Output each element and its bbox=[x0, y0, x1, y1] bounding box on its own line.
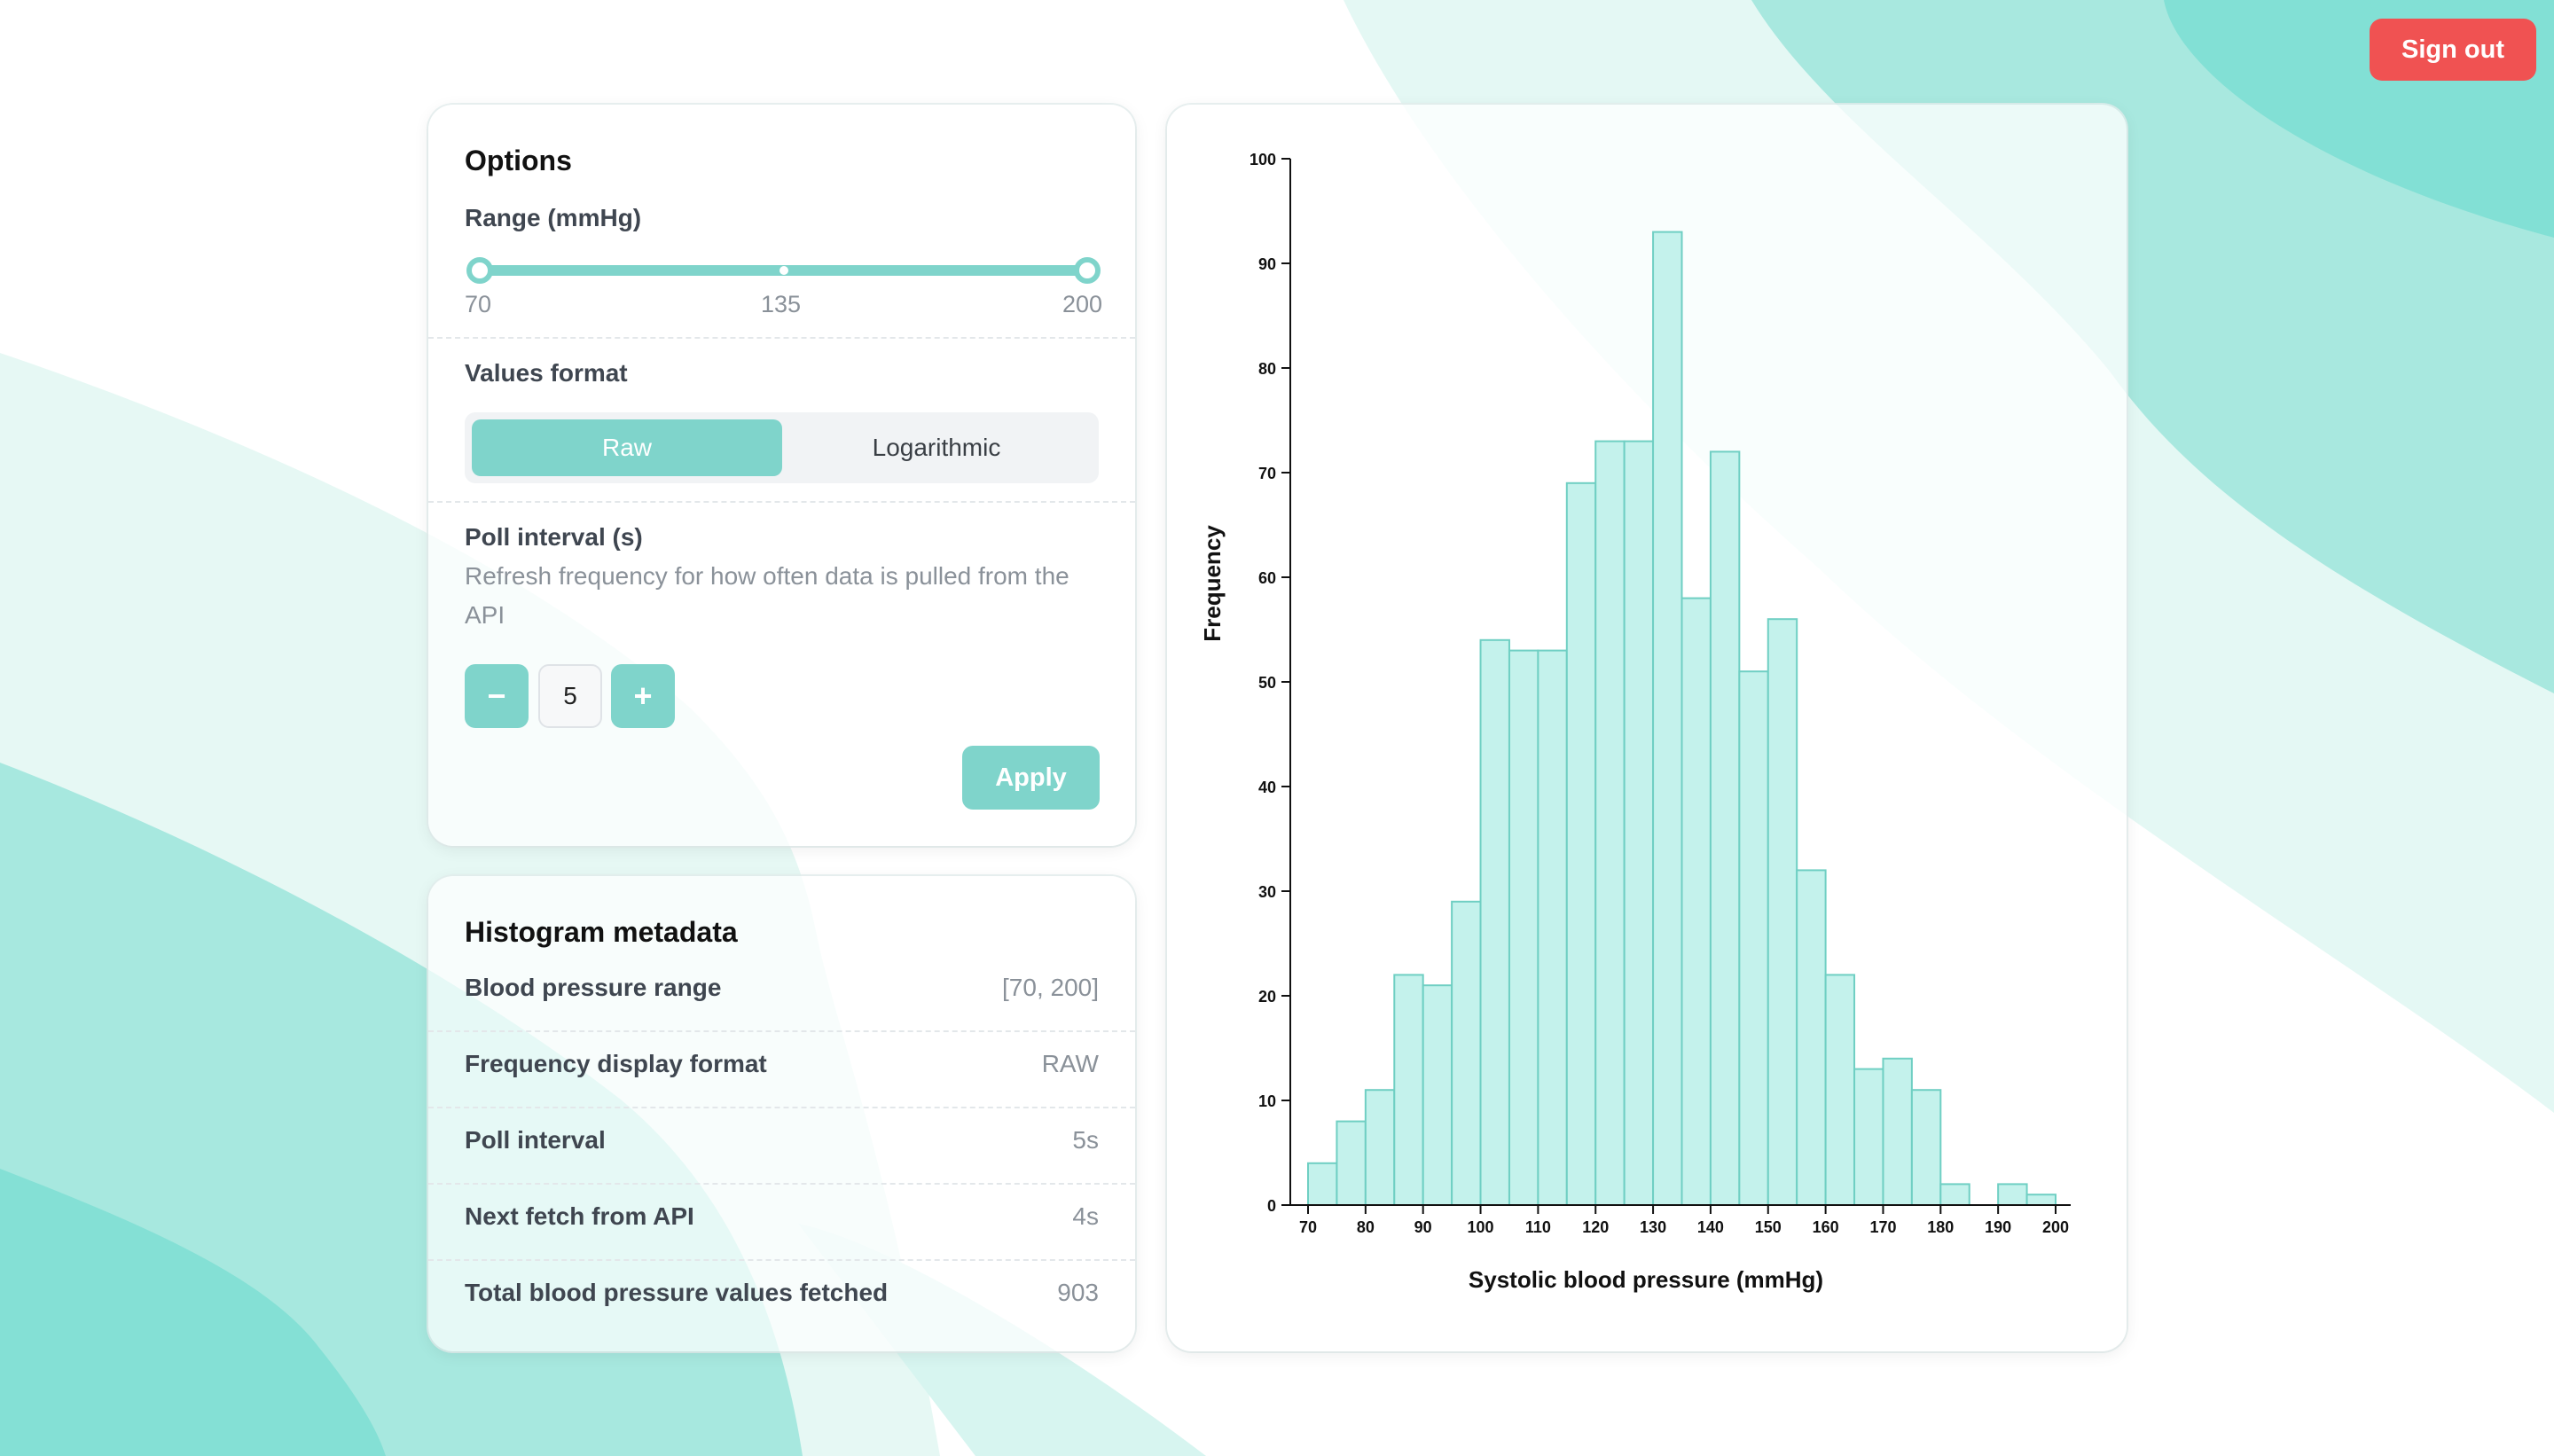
x-tick-label: 130 bbox=[1640, 1218, 1666, 1236]
metadata-key: Frequency display format bbox=[465, 1050, 767, 1077]
histogram-bar bbox=[1479, 638, 1510, 1206]
y-tick-label: 0 bbox=[1267, 1197, 1276, 1215]
histogram-bar bbox=[1652, 231, 1683, 1207]
format-raw-option[interactable]: Raw bbox=[472, 419, 782, 476]
y-tick-label: 90 bbox=[1258, 255, 1276, 273]
y-tick-label: 40 bbox=[1258, 779, 1276, 796]
histogram-chart: 0 10 20 30 40 50 60 70 80 90 100 70 80 90 100 110 120 130… bbox=[1199, 151, 2071, 1293]
y-tick-label: 80 bbox=[1258, 360, 1276, 378]
metadata-key: Blood pressure range bbox=[465, 974, 722, 1001]
metadata-key: Next fetch from API bbox=[465, 1202, 694, 1230]
histogram-bar bbox=[1738, 670, 1769, 1206]
histogram-bar bbox=[1939, 1183, 1970, 1207]
y-tick-label: 100 bbox=[1250, 151, 1276, 168]
values-format-toggle: Raw Logarithmic bbox=[465, 412, 1099, 483]
x-tick-label: 190 bbox=[1985, 1218, 2011, 1236]
metadata-row: Frequency display format RAW bbox=[428, 1030, 1135, 1107]
x-tick-label: 70 bbox=[1299, 1218, 1317, 1236]
metadata-value: 5s bbox=[1072, 1126, 1099, 1154]
sign-out-button[interactable]: Sign out bbox=[2370, 19, 2536, 81]
x-tick-label: 140 bbox=[1697, 1218, 1724, 1236]
options-card: Options Range (mmHg) 70 135 200 Values f… bbox=[428, 105, 1135, 846]
metadata-key: Total blood pressure values fetched bbox=[465, 1279, 889, 1306]
x-tick-label: 100 bbox=[1468, 1218, 1494, 1236]
metadata-row: Blood pressure range [70, 200] bbox=[428, 954, 1135, 1030]
range-mid-label: 135 bbox=[761, 291, 802, 317]
histogram-bar bbox=[1508, 649, 1539, 1206]
y-axis-title: Frequency bbox=[1199, 525, 1226, 642]
metadata-value: RAW bbox=[1041, 1050, 1099, 1077]
range-label: Range (mmHg) bbox=[465, 204, 642, 231]
x-tick-label: 150 bbox=[1755, 1218, 1782, 1236]
x-tick-label: 80 bbox=[1357, 1218, 1375, 1236]
histogram-bar bbox=[1767, 618, 1798, 1206]
x-tick-label: 120 bbox=[1582, 1218, 1609, 1236]
divider bbox=[428, 337, 1135, 339]
x-axis-title: Systolic blood pressure (mmHg) bbox=[1469, 1266, 1823, 1293]
metadata-card: Histogram metadata Blood pressure range … bbox=[428, 876, 1135, 1351]
y-tick-label: 30 bbox=[1258, 883, 1276, 901]
x-tick-label: 160 bbox=[1813, 1218, 1839, 1236]
x-tick-label: 90 bbox=[1414, 1218, 1432, 1236]
histogram-bar bbox=[1824, 974, 1856, 1207]
metadata-value: 903 bbox=[1057, 1279, 1099, 1306]
y-tick-label: 70 bbox=[1258, 465, 1276, 482]
histogram-bar bbox=[1393, 974, 1424, 1207]
histogram-bar bbox=[1537, 649, 1568, 1206]
x-tick-label: 200 bbox=[2042, 1218, 2069, 1236]
histogram-card: 0 10 20 30 40 50 60 70 80 90 100 70 80 90 100 110 120 130… bbox=[1167, 105, 2127, 1351]
y-tick-label: 20 bbox=[1258, 988, 1276, 1006]
metadata-row: Next fetch from API 4s bbox=[428, 1183, 1135, 1259]
histogram-bar bbox=[1623, 440, 1655, 1207]
metadata-key: Poll interval bbox=[465, 1126, 606, 1154]
values-format-label: Values format bbox=[465, 359, 628, 387]
metadata-row: Total blood pressure values fetched 903 bbox=[428, 1259, 1135, 1335]
metadata-row: Poll interval 5s bbox=[428, 1107, 1135, 1183]
histogram-bar bbox=[1882, 1057, 1913, 1207]
range-min-label: 70 bbox=[465, 291, 492, 317]
histogram-bar bbox=[1422, 984, 1453, 1207]
range-slider-min-handle[interactable] bbox=[466, 257, 493, 284]
histogram-bar bbox=[1709, 450, 1741, 1206]
histogram-bar bbox=[1796, 869, 1827, 1207]
histogram-bar bbox=[2025, 1194, 2057, 1206]
histogram-bar bbox=[1594, 440, 1626, 1207]
options-title: Options bbox=[465, 145, 572, 176]
format-logarithmic-option[interactable]: Logarithmic bbox=[781, 419, 1092, 476]
histogram-bars bbox=[1307, 231, 2057, 1207]
decrement-button[interactable]: − bbox=[465, 664, 529, 728]
metadata-value: 4s bbox=[1072, 1202, 1099, 1230]
histogram-bar bbox=[1853, 1068, 1884, 1206]
range-max-label: 200 bbox=[1062, 291, 1103, 317]
histogram-bar bbox=[1910, 1089, 1942, 1206]
increment-button[interactable]: + bbox=[611, 664, 675, 728]
y-tick-label: 60 bbox=[1258, 569, 1276, 587]
metadata-title: Histogram metadata bbox=[465, 916, 738, 948]
range-slider-midpoint bbox=[780, 266, 788, 275]
histogram-bar bbox=[1307, 1162, 1338, 1207]
poll-interval-help: Refresh frequency for how often data is … bbox=[465, 562, 1069, 629]
poll-interval-label: Poll interval (s) bbox=[465, 523, 643, 551]
x-tick-label: 110 bbox=[1525, 1218, 1551, 1236]
x-tick-label: 180 bbox=[1927, 1218, 1954, 1236]
divider bbox=[428, 501, 1135, 503]
y-tick-label: 10 bbox=[1258, 1092, 1276, 1110]
histogram-bar bbox=[1565, 481, 1597, 1206]
histogram-bar bbox=[1364, 1089, 1396, 1206]
poll-interval-input[interactable]: 5 bbox=[538, 664, 602, 728]
range-slider-max-handle[interactable] bbox=[1074, 257, 1101, 284]
histogram-bar bbox=[1680, 597, 1712, 1206]
y-tick-label: 50 bbox=[1258, 674, 1276, 692]
x-tick-label: 170 bbox=[1869, 1218, 1896, 1236]
metadata-value: [70, 200] bbox=[1002, 974, 1099, 1001]
histogram-bar bbox=[1336, 1120, 1367, 1206]
histogram-bar bbox=[1997, 1183, 2028, 1207]
histogram-bar bbox=[1451, 900, 1482, 1206]
apply-button[interactable]: Apply bbox=[962, 746, 1100, 810]
